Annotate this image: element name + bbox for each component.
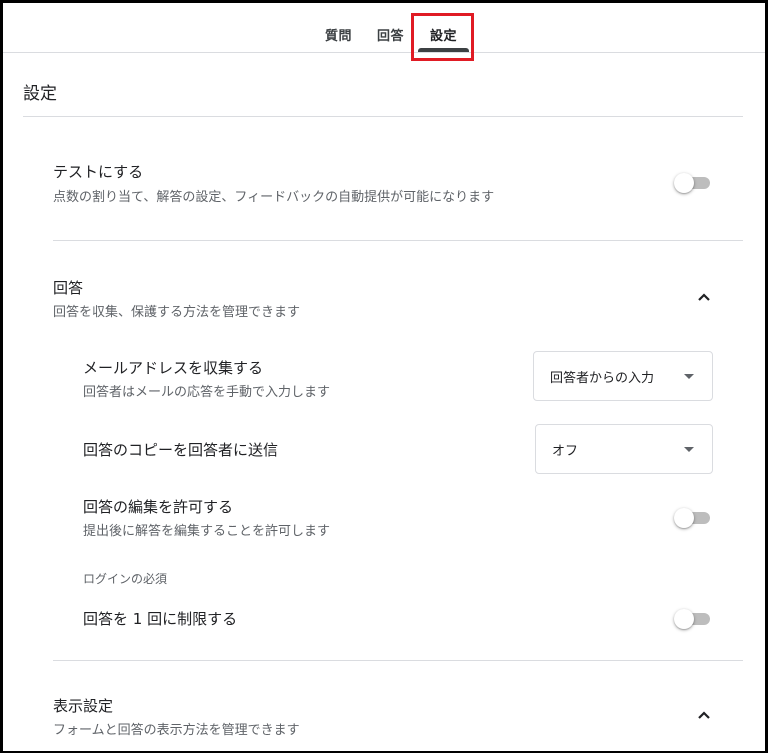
allow-edit-title: 回答の編集を許可する (83, 498, 234, 516)
title-divider (23, 116, 743, 117)
responses-divider (53, 660, 743, 661)
limit-one-response-title: 回答を 1 回に制限する (83, 610, 238, 628)
quiz-divider (53, 240, 743, 241)
quiz-section-description: 点数の割り当て、解答の設定、フィードバックの自動提供が可能になります (53, 190, 495, 205)
allow-edit-toggle[interactable] (674, 507, 714, 528)
dropdown-arrow-icon (684, 447, 694, 452)
send-copy-title: 回答のコピーを回答者に送信 (83, 441, 279, 459)
toggle-thumb (674, 508, 694, 528)
settings-tab-highlight-box (411, 13, 474, 61)
quiz-toggle[interactable] (674, 172, 714, 193)
chevron-up-icon[interactable] (694, 287, 714, 307)
responses-section-title: 回答 (53, 279, 84, 297)
quiz-section-title: テストにする (53, 163, 144, 181)
dropdown-arrow-icon (684, 374, 694, 379)
toggle-thumb (674, 173, 694, 193)
allow-edit-description: 提出後に解答を編集することを許可します (83, 524, 331, 539)
presentation-section-title: 表示設定 (53, 697, 114, 715)
collect-email-selected: 回答者からの入力 (550, 371, 655, 386)
send-copy-dropdown[interactable]: オフ (535, 424, 713, 474)
tab-responses[interactable]: 回答 (377, 25, 404, 44)
limit-one-response-toggle[interactable] (674, 608, 714, 629)
login-required-label: ログインの必須 (83, 572, 168, 586)
send-copy-selected: オフ (552, 444, 579, 459)
page-title: 設定 (23, 84, 57, 104)
tab-questions[interactable]: 質問 (325, 25, 352, 44)
forms-settings-panel: 質問 回答 設定 設定 テストにする 点数の割り当て、解答の設定、フィードバック… (3, 3, 765, 751)
collect-email-title: メールアドレスを収集する (83, 359, 264, 377)
collect-email-dropdown[interactable]: 回答者からの入力 (533, 351, 713, 401)
presentation-section-description: フォームと回答の表示方法を管理できます (53, 723, 300, 738)
collect-email-description: 回答者はメールの応答を手動で入力します (83, 385, 331, 400)
toggle-thumb (674, 609, 694, 629)
responses-section-description: 回答を収集、保護する方法を管理できます (53, 305, 301, 320)
tab-bar: 質問 回答 設定 (3, 3, 765, 53)
chevron-up-icon[interactable] (694, 705, 714, 725)
